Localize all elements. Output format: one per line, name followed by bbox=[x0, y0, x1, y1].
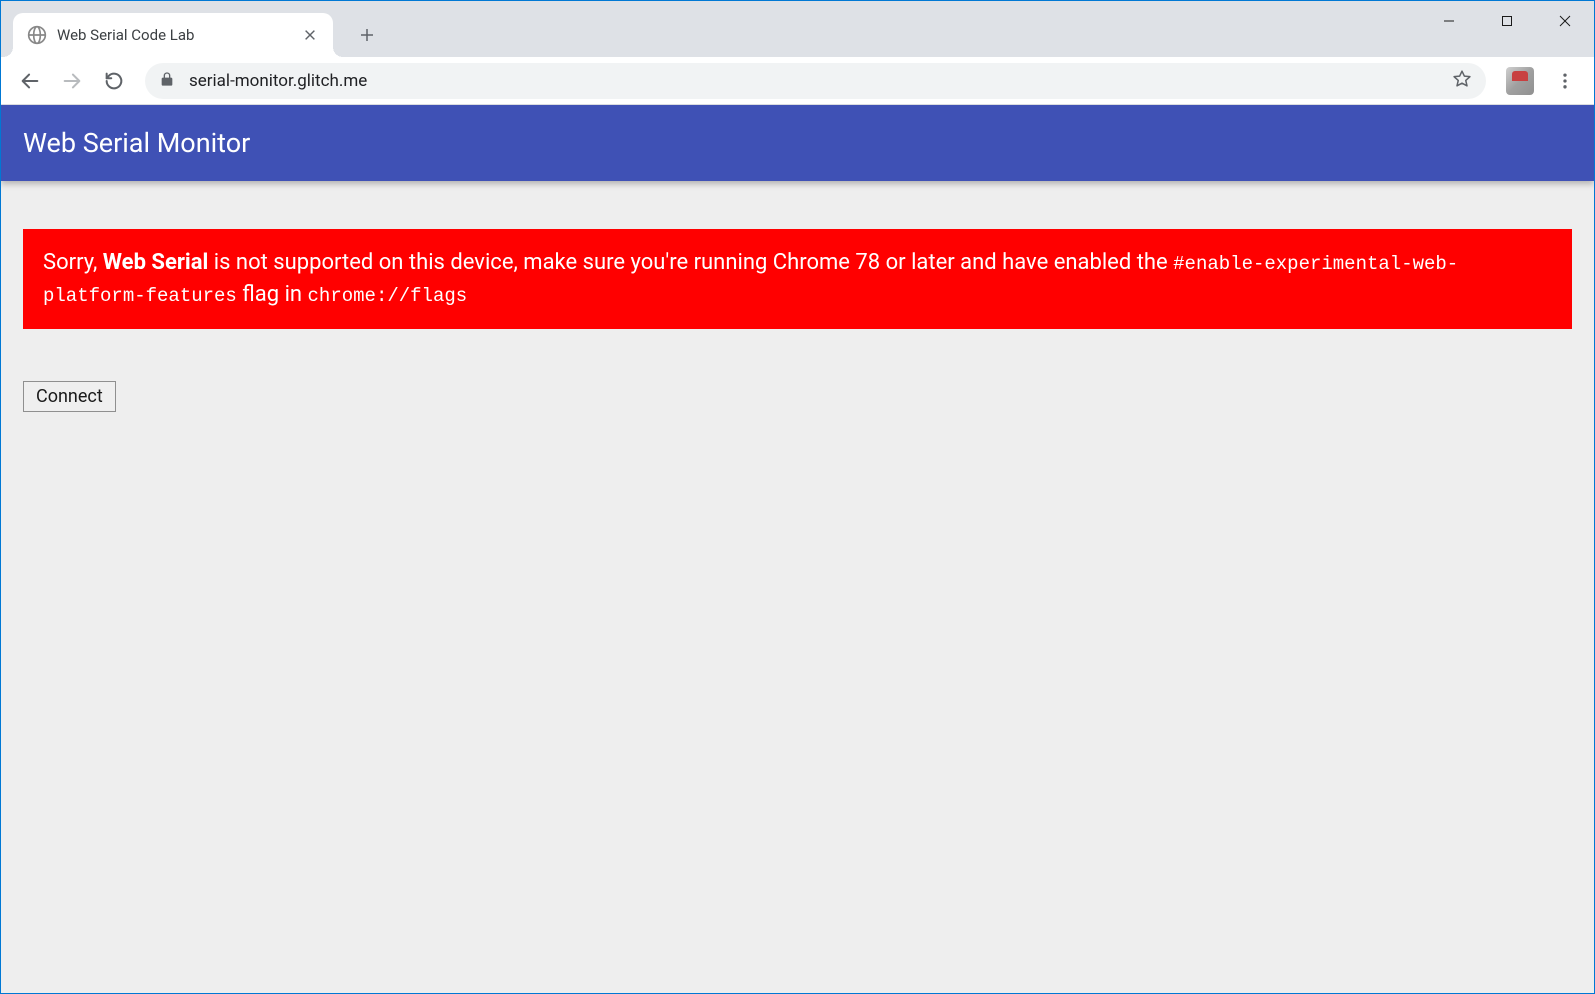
back-button[interactable] bbox=[11, 62, 49, 100]
page-body: Sorry, Web Serial is not supported on th… bbox=[1, 181, 1594, 434]
browser-chrome: Web Serial Code Lab bbox=[1, 1, 1594, 105]
bookmark-star-icon[interactable] bbox=[1452, 69, 1472, 93]
kebab-menu-icon[interactable] bbox=[1546, 62, 1584, 100]
globe-icon bbox=[27, 25, 47, 45]
lock-icon bbox=[159, 71, 175, 91]
page-title: Web Serial Monitor bbox=[1, 105, 1594, 181]
error-code-url: chrome://flags bbox=[308, 285, 468, 307]
connect-button[interactable]: Connect bbox=[23, 381, 116, 412]
window-controls bbox=[1420, 1, 1594, 41]
minimize-button[interactable] bbox=[1420, 1, 1478, 41]
url-text: serial-monitor.glitch.me bbox=[189, 71, 1452, 91]
error-text-mid2: flag in bbox=[237, 282, 308, 307]
error-text-prefix: Sorry, bbox=[43, 250, 103, 275]
error-text-bold: Web Serial bbox=[103, 250, 209, 275]
browser-tab[interactable]: Web Serial Code Lab bbox=[13, 13, 333, 57]
reload-button[interactable] bbox=[95, 62, 133, 100]
profile-avatar[interactable] bbox=[1506, 67, 1534, 95]
new-tab-button[interactable] bbox=[351, 19, 383, 51]
titlebar: Web Serial Code Lab bbox=[1, 1, 1594, 57]
close-window-button[interactable] bbox=[1536, 1, 1594, 41]
browser-toolbar: serial-monitor.glitch.me bbox=[1, 57, 1594, 105]
error-text-mid1: is not supported on this device, make su… bbox=[208, 250, 1173, 275]
tab-title: Web Serial Code Lab bbox=[57, 26, 301, 44]
page-viewport: Web Serial Monitor Sorry, Web Serial is … bbox=[1, 105, 1594, 993]
error-banner: Sorry, Web Serial is not supported on th… bbox=[23, 229, 1572, 329]
close-tab-icon[interactable] bbox=[301, 26, 319, 44]
maximize-button[interactable] bbox=[1478, 1, 1536, 41]
address-bar[interactable]: serial-monitor.glitch.me bbox=[145, 63, 1486, 99]
forward-button[interactable] bbox=[53, 62, 91, 100]
